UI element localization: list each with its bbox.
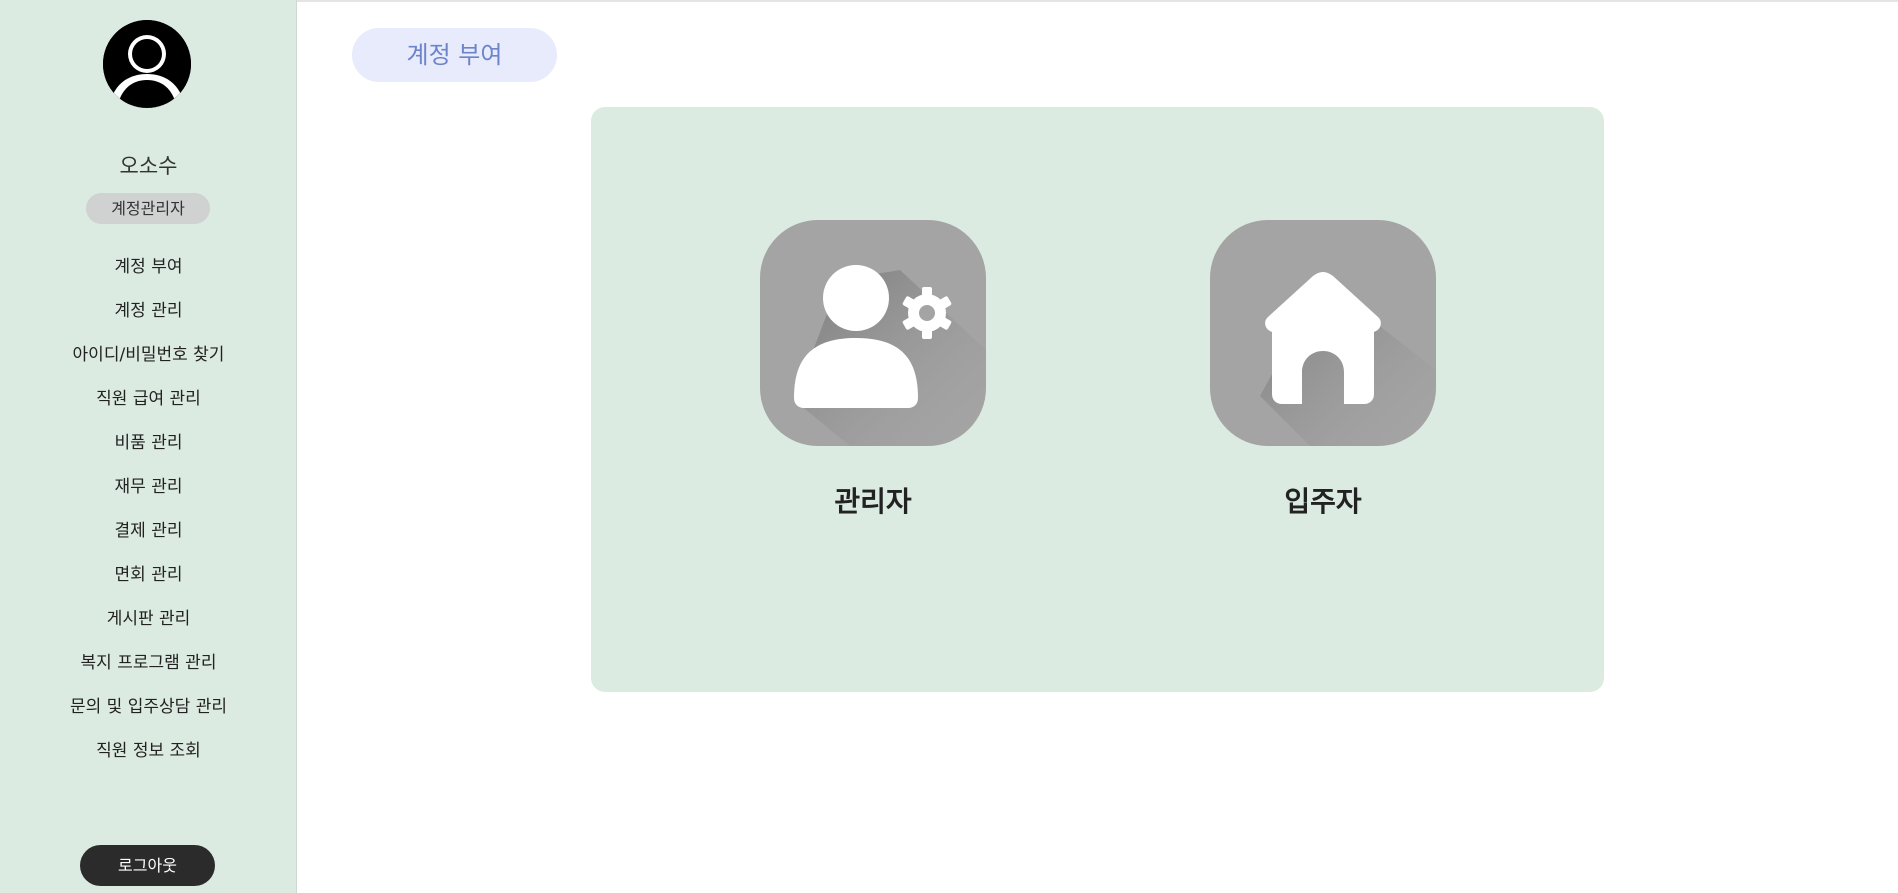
sidebar-item-payment[interactable]: 결제 관리	[0, 512, 297, 556]
sidebar-item-find-id-password[interactable]: 아이디/비밀번호 찾기	[0, 336, 297, 380]
sidebar-item-board[interactable]: 게시판 관리	[0, 600, 297, 644]
account-type-panel: 관리자 입주자	[591, 107, 1604, 692]
logout-button[interactable]: 로그아웃	[80, 845, 215, 886]
sidebar-item-finance[interactable]: 재무 관리	[0, 468, 297, 512]
admin-gear-icon[interactable]	[760, 220, 986, 446]
avatar	[103, 20, 191, 108]
sidebar-item-welfare-program[interactable]: 복지 프로그램 관리	[0, 644, 297, 688]
sidebar-item-staff-info[interactable]: 직원 정보 조회	[0, 732, 297, 776]
house-icon[interactable]	[1210, 220, 1436, 446]
sidebar-menu: 계정 부여 계정 관리 아이디/비밀번호 찾기 직원 급여 관리 비품 관리 재…	[0, 248, 297, 776]
sidebar-item-account-manage[interactable]: 계정 관리	[0, 292, 297, 336]
sidebar-item-staff-salary[interactable]: 직원 급여 관리	[0, 380, 297, 424]
sidebar-item-visits[interactable]: 면회 관리	[0, 556, 297, 600]
resident-option-label: 입주자	[1284, 485, 1362, 518]
role-badge: 계정관리자	[86, 193, 210, 224]
admin-option-label: 관리자	[834, 485, 912, 518]
sidebar-item-supplies[interactable]: 비품 관리	[0, 424, 297, 468]
page-title: 계정 부여	[352, 28, 557, 82]
user-name: 오소수	[119, 154, 178, 178]
sidebar-item-inquiry-consult[interactable]: 문의 및 입주상담 관리	[0, 688, 297, 732]
sidebar-item-account-grant[interactable]: 계정 부여	[0, 248, 297, 292]
resident-option[interactable]: 입주자	[1210, 220, 1436, 520]
admin-option[interactable]: 관리자	[760, 220, 986, 520]
user-silhouette-icon	[103, 20, 191, 108]
sidebar: 오소수 계정관리자 계정 부여 계정 관리 아이디/비밀번호 찾기 직원 급여 …	[0, 0, 297, 893]
